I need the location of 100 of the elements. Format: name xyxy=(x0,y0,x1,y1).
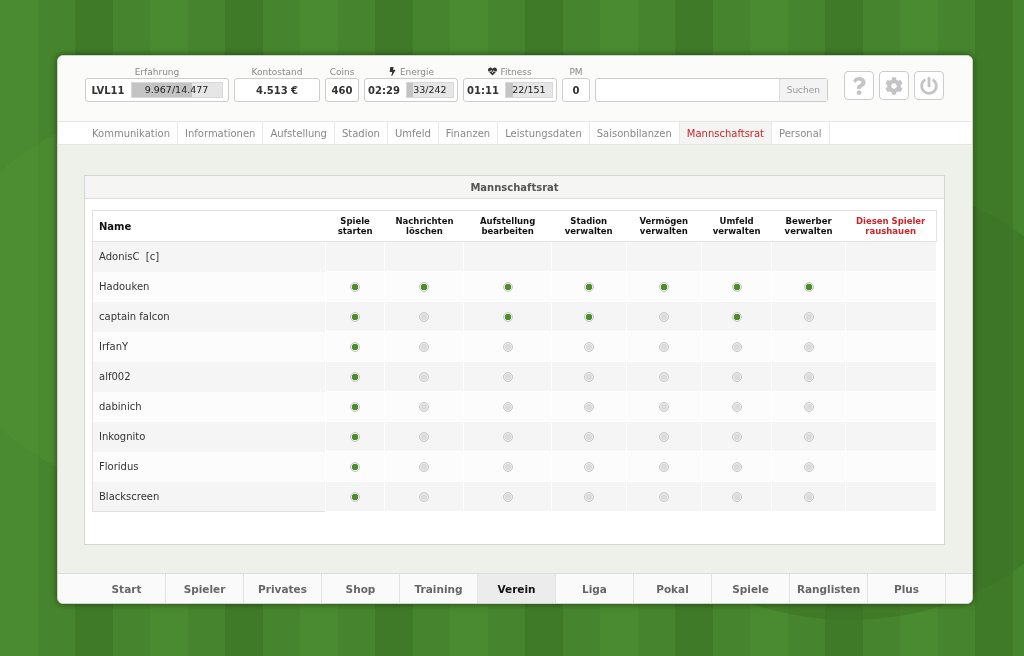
permission-radio[interactable] xyxy=(658,402,669,412)
permission-radio[interactable] xyxy=(583,462,594,472)
nav-tab[interactable]: Start xyxy=(88,574,166,603)
nav-tab[interactable]: Pokal xyxy=(634,574,712,603)
column-header: Diesen Spieler raushauen xyxy=(845,210,937,242)
tab[interactable]: Mannschaftsrat xyxy=(679,122,773,144)
permission-radio[interactable] xyxy=(583,432,594,442)
column-header: Stadion verwalten xyxy=(551,210,627,242)
permission-radio[interactable] xyxy=(419,342,430,352)
search-field[interactable]: Suchen xyxy=(595,78,828,102)
coins-value: 460 xyxy=(325,78,359,102)
progress-bar: 22/151 xyxy=(504,82,553,98)
permission-radio[interactable] xyxy=(803,342,814,352)
permission-radio[interactable] xyxy=(350,462,361,472)
permission-radio[interactable] xyxy=(350,402,361,412)
permission-radio[interactable] xyxy=(658,282,669,292)
permission-radio[interactable] xyxy=(419,402,430,412)
permission-radio[interactable] xyxy=(350,432,361,442)
permission-radio[interactable] xyxy=(419,462,430,472)
timer-text: 01:11 xyxy=(467,84,499,96)
permission-radio[interactable] xyxy=(350,312,361,322)
player-name: captain falcon xyxy=(92,301,326,332)
player-name: Floridus xyxy=(92,451,326,482)
nav-tab[interactable]: Spiele xyxy=(712,574,790,603)
permission-radio[interactable] xyxy=(658,492,669,502)
permission-radio[interactable] xyxy=(731,462,742,472)
player-name: dabinich xyxy=(92,391,326,422)
gear-icon xyxy=(885,76,903,95)
help-button[interactable] xyxy=(844,71,874,100)
permission-radio[interactable] xyxy=(803,432,814,442)
column-header: Aufstellung bearbeiten xyxy=(463,210,552,242)
permission-radio[interactable] xyxy=(502,342,513,352)
permission-radio[interactable] xyxy=(731,492,742,502)
permission-radio[interactable] xyxy=(583,342,594,352)
permission-radio[interactable] xyxy=(583,312,594,322)
permission-radio[interactable] xyxy=(419,282,430,292)
settings-button[interactable] xyxy=(879,71,909,100)
player-name: alf002 xyxy=(92,361,326,392)
permission-radio[interactable] xyxy=(502,282,513,292)
stat-label: Energie xyxy=(399,66,435,77)
permission-radio[interactable] xyxy=(658,432,669,442)
permission-radio[interactable] xyxy=(583,282,594,292)
permission-radio[interactable] xyxy=(583,372,594,382)
permission-radio[interactable] xyxy=(419,312,430,322)
nav-tab[interactable]: Spieler xyxy=(166,574,244,603)
permission-radio[interactable] xyxy=(502,492,513,502)
player-name: Blackscreen xyxy=(92,481,326,512)
permission-radio[interactable] xyxy=(803,402,814,412)
permission-radio[interactable] xyxy=(731,372,742,382)
search-button[interactable]: Suchen xyxy=(778,79,827,101)
permission-radio[interactable] xyxy=(658,462,669,472)
stat-label: Coins xyxy=(329,65,355,78)
permission-radio[interactable] xyxy=(502,402,513,412)
permission-radio[interactable] xyxy=(658,372,669,382)
nav-tab[interactable]: Privates xyxy=(244,574,322,603)
power-icon xyxy=(920,76,938,95)
permission-radio[interactable] xyxy=(502,312,513,322)
column-header: Name xyxy=(92,210,326,242)
nav-tab[interactable]: Liga xyxy=(556,574,634,603)
permission-radio[interactable] xyxy=(803,282,814,292)
nav-tab[interactable]: Shop xyxy=(322,574,400,603)
permission-radio[interactable] xyxy=(803,462,814,472)
permission-radio[interactable] xyxy=(731,282,742,292)
permission-radio[interactable] xyxy=(502,462,513,472)
permission-radio[interactable] xyxy=(583,492,594,502)
permission-radio[interactable] xyxy=(658,312,669,322)
permission-radio[interactable] xyxy=(350,342,361,352)
column-header: Umfeld verwalten xyxy=(701,210,772,242)
permission-radio[interactable] xyxy=(731,312,742,322)
nav-tab[interactable]: Plus xyxy=(868,574,946,603)
permission-radio[interactable] xyxy=(350,372,361,382)
permission-radio[interactable] xyxy=(731,402,742,412)
player-name: Inkognito xyxy=(92,421,326,452)
power-button[interactable] xyxy=(914,71,944,100)
stat-label: Erfahrung xyxy=(134,65,180,78)
permission-radio[interactable] xyxy=(731,432,742,442)
permission-radio[interactable] xyxy=(419,492,430,502)
messages-count: 0 xyxy=(562,78,590,102)
stat-label: Fitness xyxy=(500,66,532,77)
permission-radio[interactable] xyxy=(731,342,742,352)
permission-radio[interactable] xyxy=(502,372,513,382)
nav-tab[interactable]: Verein xyxy=(478,574,556,603)
heartbeat-icon xyxy=(488,67,498,76)
permission-radio[interactable] xyxy=(502,432,513,442)
permission-radio[interactable] xyxy=(803,312,814,322)
permission-radio[interactable] xyxy=(803,372,814,382)
permission-radio[interactable] xyxy=(803,492,814,502)
permission-radio[interactable] xyxy=(419,432,430,442)
permission-radio[interactable] xyxy=(350,492,361,502)
nav-tab[interactable]: Ranglisten xyxy=(790,574,868,603)
column-header: Vermögen verwalten xyxy=(626,210,702,242)
balance-value: 4.513 € xyxy=(234,78,320,102)
column-header: Bewerber verwalten xyxy=(771,210,846,242)
progress-bar: 33/242 xyxy=(405,82,454,98)
permission-radio[interactable] xyxy=(658,342,669,352)
column-header: Nachrichten löschen xyxy=(384,210,464,242)
permission-radio[interactable] xyxy=(350,282,361,292)
permission-radio[interactable] xyxy=(419,372,430,382)
column-header: Spiele starten xyxy=(325,210,385,242)
permission-radio[interactable] xyxy=(583,402,594,412)
